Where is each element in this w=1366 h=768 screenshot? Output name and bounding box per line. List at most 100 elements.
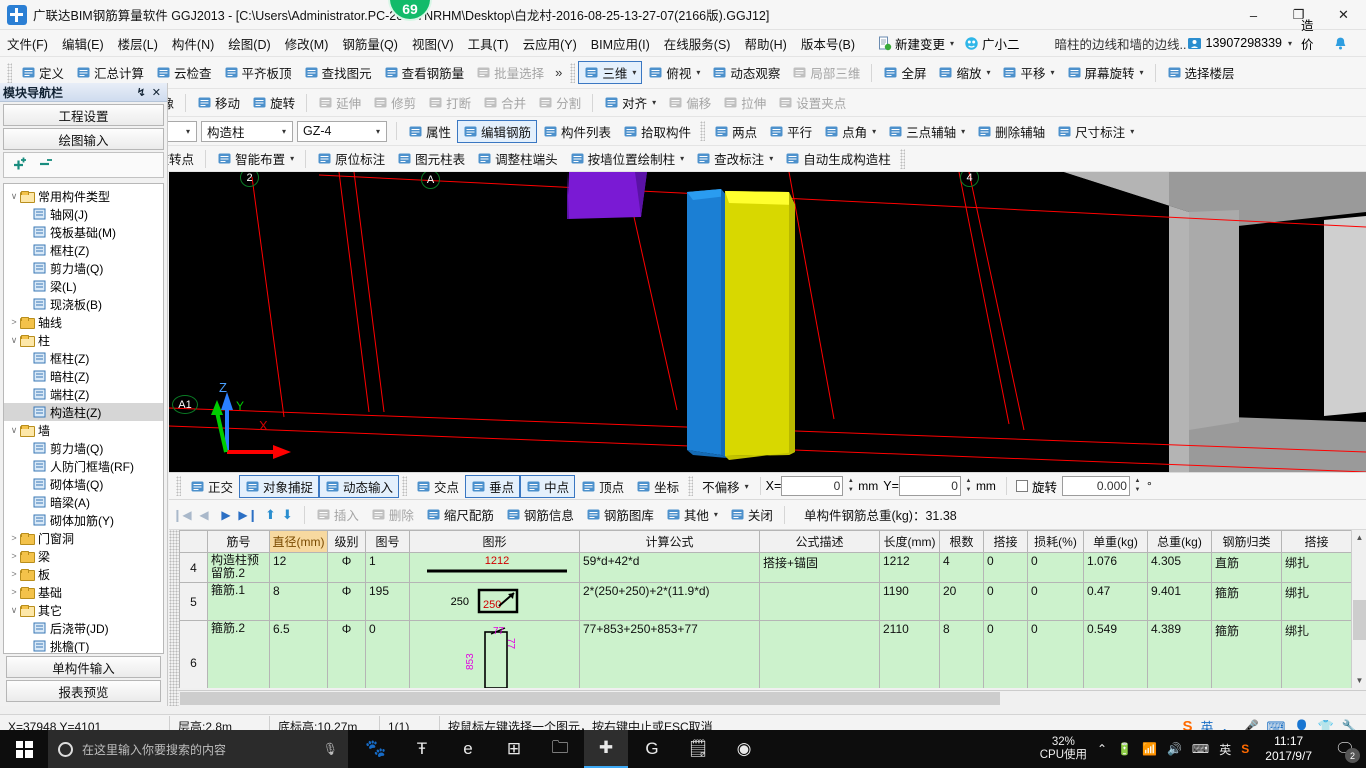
menu-8[interactable]: 工具(T) — [461, 31, 516, 56]
midpoint-button[interactable]: 中点 — [520, 474, 576, 498]
sogou-icon[interactable]: S — [1241, 742, 1249, 756]
chevron-down-icon[interactable]: ▾ — [1051, 68, 1055, 77]
cell-r0-c10[interactable]: 0 — [983, 552, 1028, 583]
cell-r0-c11[interactable]: 0 — [1027, 552, 1084, 583]
start-button[interactable] — [0, 730, 48, 768]
bell-icon[interactable] — [1333, 36, 1348, 51]
rebar-library-button[interactable]: 钢筋图库 — [580, 503, 660, 526]
chevron-down-icon[interactable]: ▾ — [769, 154, 773, 163]
col-header-1[interactable]: 筋号 — [207, 530, 270, 553]
tree-node-其它[interactable]: ∨ 其它 — [4, 601, 163, 619]
cell-r1-c9[interactable]: 20 — [939, 582, 984, 621]
cell-r2-c8[interactable]: 2110 — [879, 620, 940, 688]
table-row[interactable]: 6箍筋.26.5Φ0777785325077+853+250+853+77211… — [179, 620, 1352, 688]
chevron-right-icon[interactable]: > — [8, 569, 20, 579]
move-up-icon[interactable]: ⬆ — [265, 507, 276, 523]
snapbar-grip[interactable] — [176, 476, 181, 496]
cell-r2-c0[interactable]: 6 — [179, 620, 208, 688]
report-preview-button[interactable]: 报表预览 — [6, 680, 161, 702]
col-header-3[interactable]: 级别 — [327, 530, 366, 553]
table-row[interactable]: 5 箍筋.1 8 Φ 195 250 250 2*(250+250)+2*(11.9*d) 11… — [179, 582, 1352, 621]
binoculars-button[interactable]: 查找图元 — [298, 61, 378, 84]
member-list-button[interactable]: 构件列表 — [537, 120, 617, 143]
chevron-down-icon[interactable]: ▾ — [290, 154, 294, 163]
cell-r2-c6[interactable]: 77+853+250+853+77 — [579, 620, 760, 688]
ime-cn-icon[interactable]: 英 — [1219, 741, 1231, 758]
tree-node-人防门框墙RF[interactable]: 人防门框墙(RF) — [4, 457, 163, 475]
tree-node-构造柱Z[interactable]: 构造柱(Z) — [4, 403, 163, 421]
cell-r0-c6[interactable]: 59*d+42*d — [579, 552, 760, 583]
auto-gen-column-button[interactable]: 自动生成构造柱 — [779, 147, 897, 170]
define-button[interactable]: 定义 — [15, 61, 70, 84]
scroll-up-icon[interactable]: ▲ — [1352, 530, 1366, 545]
pan-button[interactable]: 平移 ▾ — [996, 61, 1060, 84]
wifi-icon[interactable]: 📶 — [1142, 742, 1157, 756]
cell-r0-c14[interactable]: 直筋 — [1211, 552, 1282, 583]
cell-r2-c5[interactable]: 7777853250 — [409, 620, 580, 688]
cell-r0-c5[interactable]: 1212 — [409, 552, 580, 583]
cell-r2-c14[interactable]: 箍筋 — [1211, 620, 1282, 688]
cell-r2-c13[interactable]: 4.389 — [1147, 620, 1212, 688]
dimension-button[interactable]: 尺寸标注 ▾ — [1051, 120, 1140, 143]
drawing-input-button[interactable]: 绘图输入 — [3, 128, 164, 150]
in-situ-label-button[interactable]: 原位标注 — [311, 147, 391, 170]
rebar-info-button[interactable]: 钢筋信息 — [500, 503, 580, 526]
cell-r0-c2[interactable]: 12 — [269, 552, 328, 583]
other-button[interactable]: 其他 ▾ — [660, 503, 724, 526]
col-header-7[interactable]: 公式描述 — [759, 530, 880, 553]
tree-node-梁L[interactable]: 梁(L) — [4, 277, 163, 295]
grid-prev-icon[interactable]: ◀ — [193, 504, 215, 526]
cell-r2-c10[interactable]: 0 — [983, 620, 1028, 688]
cell-r2-c4[interactable]: 0 — [365, 620, 410, 688]
sigma-button[interactable]: 汇总计算 — [70, 61, 150, 84]
cell-r0-c4[interactable]: 1 — [365, 552, 410, 583]
tree-node-基础[interactable]: > 基础 — [4, 583, 163, 601]
cell-r2-c2[interactable]: 6.5 — [269, 620, 328, 688]
battery-icon[interactable]: 🔋 — [1117, 742, 1132, 756]
tree-node-后浇带JD[interactable]: 后浇带(JD) — [4, 619, 163, 637]
cell-r2-c3[interactable]: Φ — [327, 620, 366, 688]
drawing-canvas[interactable]: Z Y X 2 A 4 A1 — [169, 172, 1366, 472]
cell-r2-c15[interactable]: 绑扎 — [1281, 620, 1352, 688]
chevron-down-icon[interactable]: ▾ — [745, 482, 749, 491]
cell-r1-c10[interactable]: 0 — [983, 582, 1028, 621]
fullscreen-button[interactable]: 全屏 — [877, 61, 932, 84]
member-select[interactable]: GZ-4 ▾ — [297, 120, 387, 142]
tree-node-常用构件类型[interactable]: ∨ 常用构件类型 — [4, 187, 163, 205]
ggj-app-icon[interactable]: ✚ — [584, 730, 628, 768]
mic-icon[interactable]: 🎙 — [323, 742, 338, 756]
menu-6[interactable]: 钢筋量(Q) — [335, 31, 405, 56]
scale-rebar-button[interactable]: 缩尺配筋 — [420, 503, 500, 526]
move-down-icon[interactable]: ⬇ — [282, 507, 293, 523]
cell-r1-c1[interactable]: 箍筋.1 — [207, 582, 270, 621]
account-chevron-down-icon[interactable]: ▾ — [1288, 39, 1292, 48]
snapbar-grip-2[interactable] — [402, 476, 408, 496]
menu-7[interactable]: 视图(V) — [405, 31, 461, 56]
menu-10[interactable]: BIM应用(I) — [584, 31, 657, 56]
tree-node-端柱Z[interactable]: 端柱(Z) — [4, 385, 163, 403]
chevron-down-icon[interactable]: ▾ — [182, 127, 194, 136]
check-label-button[interactable]: 查改标注 ▾ — [690, 147, 779, 170]
cell-r1-c7[interactable] — [759, 582, 880, 621]
align-button[interactable]: 对齐 ▾ — [598, 91, 662, 114]
col-header-6[interactable]: 计算公式 — [579, 530, 760, 553]
collapse-all-icon[interactable] — [38, 156, 55, 174]
adjust-column-end-button[interactable]: 调整柱端头 — [471, 147, 564, 170]
tree-node-框柱Z[interactable]: 框柱(Z) — [4, 349, 163, 367]
menu-12[interactable]: 帮助(H) — [737, 31, 793, 56]
cell-r1-c4[interactable]: 195 — [365, 582, 410, 621]
chevron-down-icon[interactable]: ∨ — [8, 425, 20, 436]
cell-r1-c13[interactable]: 9.401 — [1147, 582, 1212, 621]
three-point-axis-button[interactable]: 三点辅轴 ▾ — [882, 120, 971, 143]
y-input[interactable]: 0 — [898, 476, 961, 496]
smart-layout-button[interactable]: 智能布置 ▾ — [211, 147, 300, 170]
col-header-8[interactable]: 长度(mm) — [879, 530, 940, 553]
sogou-pinyin-icon[interactable]: 🐾 — [354, 730, 398, 768]
menu-3[interactable]: 构件(N) — [165, 31, 221, 56]
chevron-down-icon[interactable]: ▾ — [1140, 68, 1144, 77]
screen-rotate-button[interactable]: 屏幕旋转 ▾ — [1061, 61, 1150, 84]
menu-0[interactable]: 文件(F) — [0, 31, 55, 56]
store-icon[interactable]: ⊞ — [492, 730, 536, 768]
cell-r0-c8[interactable]: 1212 — [879, 552, 940, 583]
chevron-down-icon[interactable]: ▾ — [714, 510, 718, 519]
